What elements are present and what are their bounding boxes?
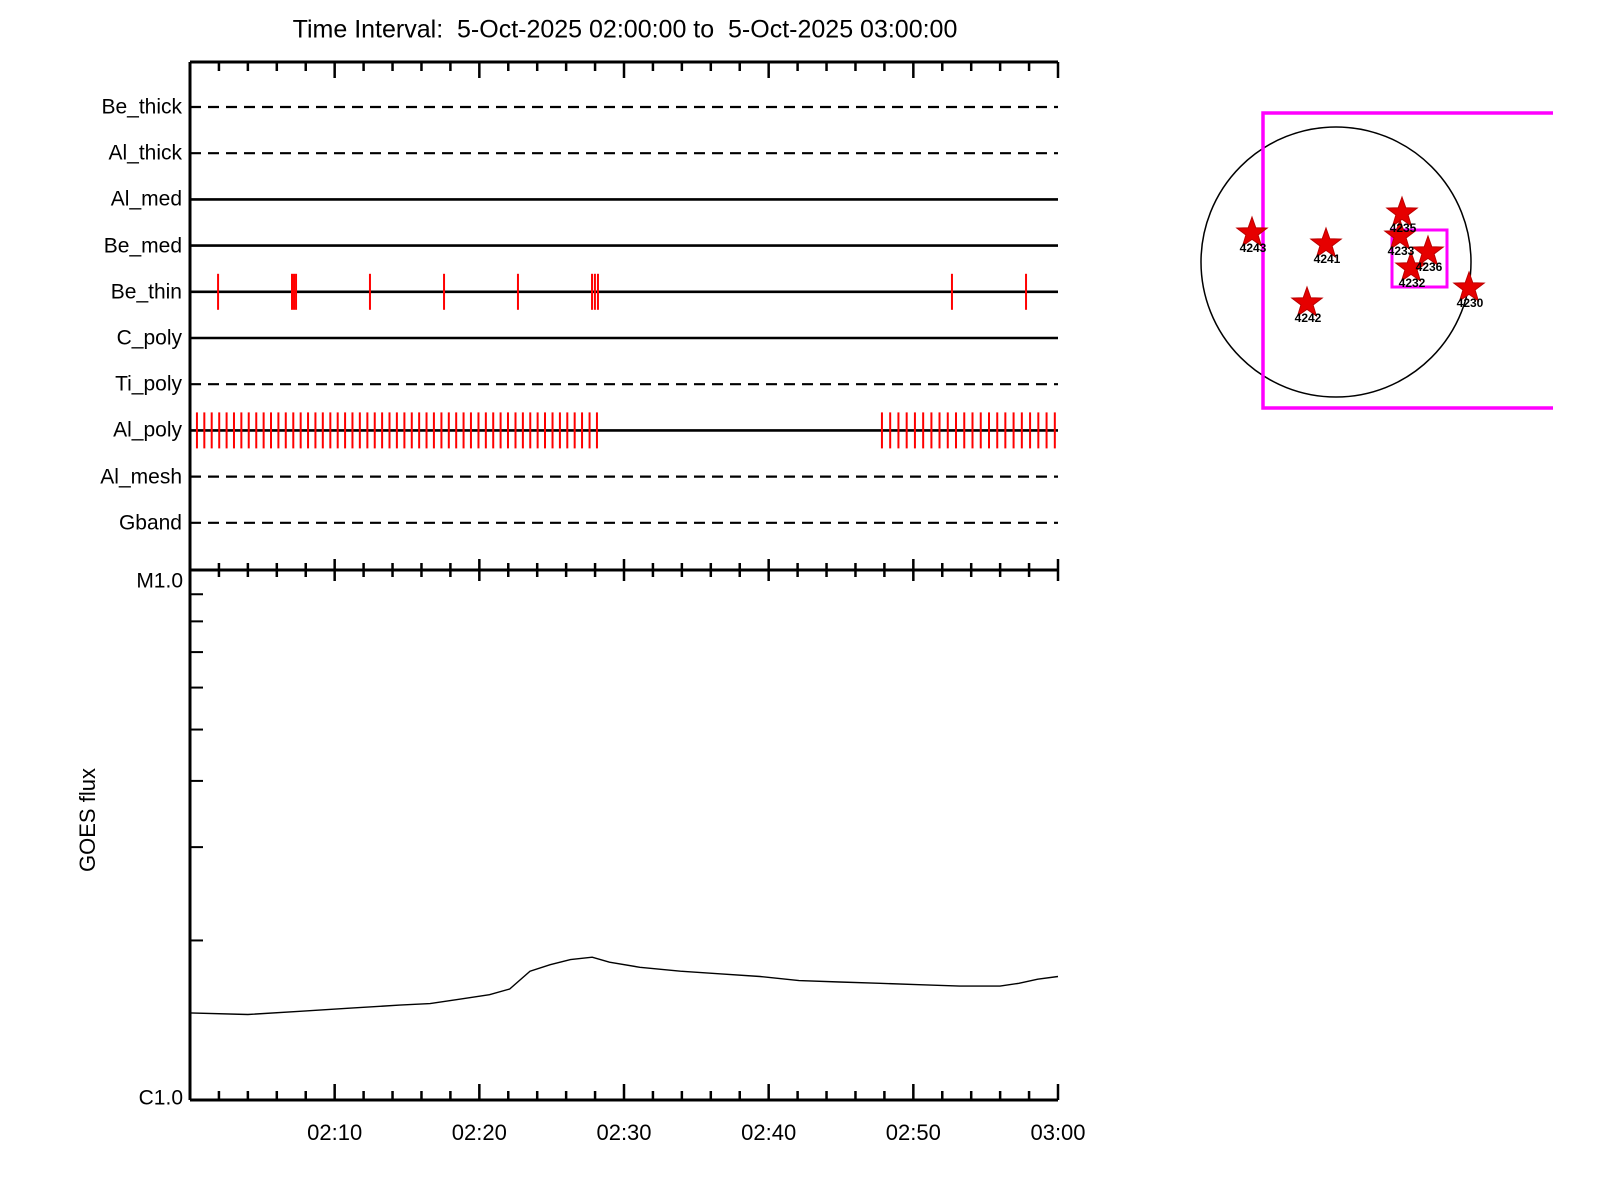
active-region-label-4232: 4232 xyxy=(1398,276,1426,290)
x-tick-label: 02:10 xyxy=(307,1120,363,1145)
channel-label-Ti_poly: Ti_poly xyxy=(115,372,182,396)
axes xyxy=(188,60,1060,1102)
active-region-label-4236: 4236 xyxy=(1415,260,1443,274)
plot-canvas xyxy=(188,60,1553,1102)
sun-field-of-view-map xyxy=(1200,111,1553,410)
active-region-label-4242: 4242 xyxy=(1294,311,1322,325)
goes-flux-panel xyxy=(189,956,1059,1016)
active-region-label-4241: 4241 xyxy=(1313,252,1341,266)
goes-flux-curve xyxy=(189,956,1059,1016)
channel-label-Be_thick: Be_thick xyxy=(101,95,182,119)
channel-label-Be_thin: Be_thin xyxy=(110,280,182,304)
channel-label-Al_poly: Al_poly xyxy=(113,418,182,442)
x-tick-label: 02:30 xyxy=(596,1120,652,1145)
x-tick-label: 02:50 xyxy=(885,1120,941,1145)
active-region-label-4230: 4230 xyxy=(1456,296,1484,310)
channel-label-Al_mesh: Al_mesh xyxy=(100,465,182,489)
x-tick-label: 03:00 xyxy=(1030,1120,1086,1145)
channel-label-Al_med: Al_med xyxy=(110,187,182,211)
channel-label-Al_thick: Al_thick xyxy=(108,141,182,165)
channel-label-Gband: Gband xyxy=(118,511,182,535)
x-tick-label: 02:40 xyxy=(741,1120,797,1145)
channel-label-C_poly: C_poly xyxy=(116,326,182,350)
active-region-label-4243: 4243 xyxy=(1239,241,1267,255)
screenshot-canvas: Time Interval: 5-Oct-2025 02:00:00 to 5-… xyxy=(0,0,1600,1200)
active-region-label-4233: 4233 xyxy=(1387,244,1415,258)
active-region-label-4235: 4235 xyxy=(1389,221,1417,235)
filter-timeline-panel xyxy=(190,105,1058,524)
channel-label-Be_med: Be_med xyxy=(103,234,182,258)
x-tick-label: 02:20 xyxy=(451,1120,507,1145)
